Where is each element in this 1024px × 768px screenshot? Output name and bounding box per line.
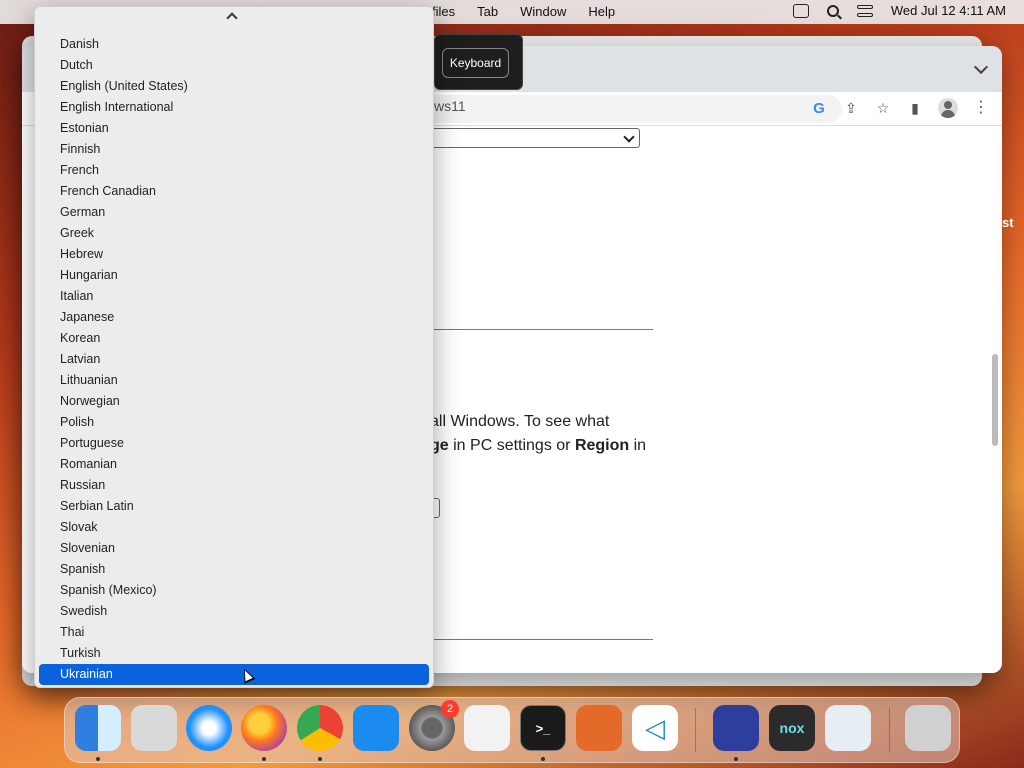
language-option[interactable]: Estonian <box>39 118 429 139</box>
running-indicator <box>318 757 322 761</box>
spotlight-search-icon[interactable] <box>826 4 839 17</box>
language-option[interactable]: German <box>39 202 429 223</box>
language-option[interactable]: Russian <box>39 475 429 496</box>
menu-files[interactable]: files <box>432 4 455 19</box>
page-scrollbar[interactable] <box>992 354 998 446</box>
language-option[interactable]: Slovak <box>39 517 429 538</box>
menu-items: files Tab Window Help <box>432 4 615 19</box>
vscode-icon[interactable]: ◁ <box>632 705 678 751</box>
dock-divider <box>889 708 890 752</box>
language-option[interactable]: Spanish <box>39 559 429 580</box>
paragraph-text-end: in <box>629 437 647 454</box>
language-option[interactable]: Romanian <box>39 454 429 475</box>
terminal-icon[interactable]: >_ <box>520 705 566 751</box>
running-indicator <box>734 757 738 761</box>
section-divider-2 <box>430 639 653 640</box>
language-option[interactable]: Turkish <box>39 643 429 664</box>
running-indicator <box>541 757 545 761</box>
edition-select[interactable] <box>430 128 640 148</box>
language-dropdown-menu: Danish Dutch English (United States) Englis… <box>34 6 434 688</box>
safari-icon[interactable] <box>186 705 232 751</box>
app-store-icon[interactable] <box>353 705 399 751</box>
language-option[interactable]: Lithuanian <box>39 370 429 391</box>
nox-icon[interactable]: nox <box>769 705 815 751</box>
language-option[interactable]: Ukrainian <box>39 664 429 685</box>
language-option[interactable]: Korean <box>39 328 429 349</box>
finder-icon[interactable] <box>75 705 121 751</box>
language-option[interactable]: Thai <box>39 622 429 643</box>
language-option[interactable]: English (United States) <box>39 76 429 97</box>
system-settings-icon[interactable]: 2 <box>409 700 459 751</box>
menu-clock[interactable]: Wed Jul 12 4:11 AM <box>891 3 1006 18</box>
desktop-window-edge-text: st <box>1002 215 1014 230</box>
profile-avatar-icon[interactable] <box>938 98 958 118</box>
keyboard-popup: Keyboard <box>434 34 523 90</box>
google-lens-icon[interactable]: G <box>810 99 828 117</box>
language-option[interactable]: Portuguese <box>39 433 429 454</box>
url-text[interactable]: ws11 <box>434 98 466 114</box>
running-indicator <box>262 757 266 761</box>
language-option[interactable]: Finnish <box>39 139 429 160</box>
share-icon[interactable]: ⇪ <box>842 99 860 117</box>
section-divider <box>430 329 653 330</box>
language-option[interactable]: Danish <box>39 34 429 55</box>
running-indicator <box>96 757 100 761</box>
scroll-up-arrow-icon[interactable] <box>226 12 238 24</box>
language-option[interactable]: English International <box>39 97 429 118</box>
language-option[interactable]: Italian <box>39 286 429 307</box>
menu-extras: Wed Jul 12 4:11 AM <box>792 3 1006 18</box>
paragraph-text: all Windows. To see what <box>430 413 610 430</box>
garageband-icon[interactable] <box>576 705 622 751</box>
paragraph-bold-region: Region <box>574 437 630 454</box>
instructions-paragraph: all Windows. To see what ge in PC settin… <box>430 410 650 458</box>
language-option[interactable]: Norwegian <box>39 391 429 412</box>
language-option[interactable]: Serbian Latin <box>39 496 429 517</box>
firefox-icon[interactable] <box>241 705 287 751</box>
more-menu-icon[interactable]: ⋮ <box>972 99 990 117</box>
preview-icon[interactable] <box>825 705 871 751</box>
language-option[interactable]: Spanish (Mexico) <box>39 580 429 601</box>
dock: 2 >_ ◁ nox <box>64 697 960 763</box>
paragraph-text-mid: in PC settings or <box>448 437 575 454</box>
language-option[interactable]: French <box>39 160 429 181</box>
control-center-icon[interactable] <box>856 4 873 17</box>
language-option[interactable]: Hebrew <box>39 244 429 265</box>
language-option[interactable]: Slovenian <box>39 538 429 559</box>
language-option[interactable]: Polish <box>39 412 429 433</box>
language-option[interactable]: French Canadian <box>39 181 429 202</box>
chrome-icon[interactable] <box>297 705 343 751</box>
language-list: Danish Dutch English (United States) Englis… <box>35 34 433 685</box>
toolbar-icons: G ⇪ ☆ ▮ ⋮ <box>810 98 990 118</box>
language-option[interactable]: Swedish <box>39 601 429 622</box>
keyboard-button[interactable]: Keyboard <box>442 48 509 78</box>
language-option[interactable]: Hungarian <box>39 265 429 286</box>
tab-search-chevron-icon[interactable] <box>973 59 989 75</box>
bookmark-star-icon[interactable]: ☆ <box>874 99 892 117</box>
menu-tab[interactable]: Tab <box>477 4 498 19</box>
dock-divider <box>695 708 696 752</box>
menu-help[interactable]: Help <box>588 4 615 19</box>
remote-desktop-icon[interactable] <box>713 705 759 751</box>
side-panel-icon[interactable]: ▮ <box>906 99 924 117</box>
language-option[interactable]: Greek <box>39 223 429 244</box>
launchpad-icon[interactable] <box>131 705 177 751</box>
notification-badge: 2 <box>441 700 459 718</box>
language-option[interactable]: Japanese <box>39 307 429 328</box>
language-option[interactable]: Latvian <box>39 349 429 370</box>
textedit-icon[interactable] <box>464 705 510 751</box>
menu-window[interactable]: Window <box>520 4 566 19</box>
screen-mirroring-icon[interactable] <box>792 3 809 18</box>
language-option[interactable]: Dutch <box>39 55 429 76</box>
trash-icon[interactable] <box>905 705 951 751</box>
